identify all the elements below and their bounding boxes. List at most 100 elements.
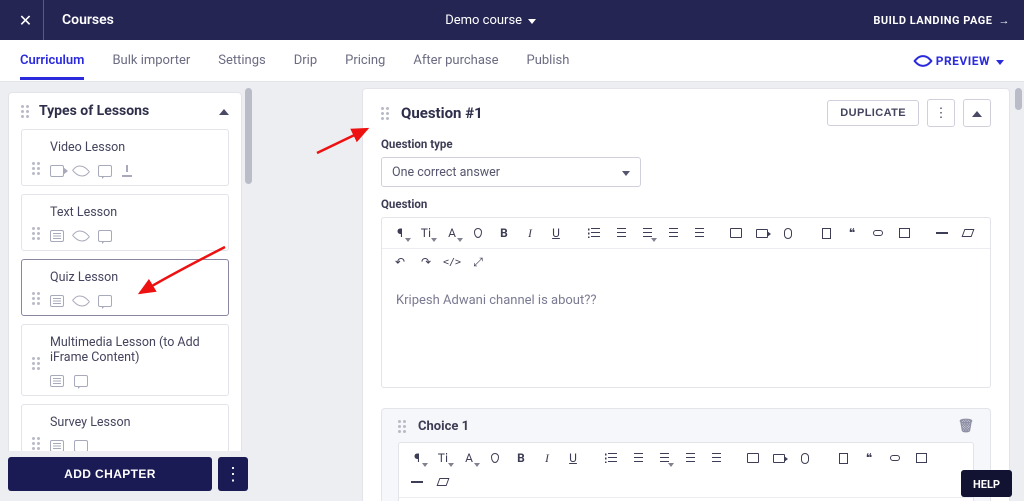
toolbar-drop-button[interactable] bbox=[466, 222, 490, 244]
page-title: Courses bbox=[44, 12, 114, 28]
toolbar-olist-button[interactable] bbox=[625, 447, 649, 469]
main-scrollbar[interactable] bbox=[1015, 88, 1022, 110]
toolbar-Acolor-button[interactable]: A bbox=[457, 447, 481, 469]
toolbar-undo-button[interactable] bbox=[388, 251, 412, 273]
tab-curriculum[interactable]: Curriculum bbox=[20, 53, 84, 68]
toolbar-video-button[interactable] bbox=[750, 222, 774, 244]
question-type-value: One correct answer bbox=[392, 165, 500, 180]
toolbar-indent-button[interactable] bbox=[677, 447, 701, 469]
tab-settings[interactable]: Settings bbox=[218, 53, 265, 68]
toolbar-outdent-button[interactable] bbox=[703, 447, 727, 469]
tab-pricing[interactable]: Pricing bbox=[345, 53, 385, 68]
toolbar-underline-button[interactable]: U bbox=[561, 447, 585, 469]
tab-bulk-importer[interactable]: Bulk importer bbox=[112, 53, 190, 68]
toolbar-bold-button[interactable]: B bbox=[492, 222, 516, 244]
tab-drip[interactable]: Drip bbox=[294, 53, 317, 68]
chat-icon bbox=[98, 230, 112, 242]
dl-icon bbox=[122, 165, 136, 177]
nav-tabs: Curriculum Bulk importer Settings Drip Prici… bbox=[0, 40, 1024, 82]
drag-handle-icon[interactable] bbox=[381, 107, 391, 120]
chevron-down-icon bbox=[996, 54, 1004, 68]
build-label: BUILD LANDING PAGE bbox=[873, 14, 992, 27]
toolbar-eraser-button[interactable] bbox=[956, 222, 980, 244]
toolbar-hr-button[interactable] bbox=[930, 222, 954, 244]
question-text-input[interactable]: Kripesh Adwani channel is about?? bbox=[382, 277, 990, 387]
toolbar-link-button[interactable] bbox=[883, 447, 907, 469]
duplicate-button[interactable]: DUPLICATE bbox=[827, 100, 919, 126]
preview-label: PREVIEW bbox=[936, 54, 990, 68]
toolbar-Tsize-button[interactable]: T𝗂 bbox=[414, 222, 438, 244]
toolbar-audio-button[interactable] bbox=[793, 447, 817, 469]
lesson-item[interactable]: Video Lesson bbox=[21, 129, 229, 186]
toolbar-quote-button[interactable]: ❝ bbox=[840, 222, 864, 244]
toolbar-hr-button[interactable] bbox=[405, 471, 429, 493]
toolbar-italic-button[interactable]: I bbox=[518, 222, 542, 244]
sidebar-scrollbar[interactable] bbox=[245, 88, 252, 184]
toolbar-image-button[interactable] bbox=[724, 222, 748, 244]
arrow-right-icon: → bbox=[998, 14, 1010, 27]
toolbar-file-button[interactable] bbox=[814, 222, 838, 244]
question-type-select[interactable]: One correct answer bbox=[381, 157, 641, 187]
toolbar-file-button[interactable] bbox=[831, 447, 855, 469]
delete-choice-button[interactable]: 🗑 bbox=[957, 419, 974, 434]
doc-icon bbox=[50, 440, 64, 451]
toolbar-expand-button[interactable] bbox=[466, 251, 490, 273]
toolbar-redo-button[interactable] bbox=[414, 251, 438, 273]
question-body-label: Question bbox=[381, 197, 991, 211]
drag-handle-icon[interactable] bbox=[32, 437, 42, 450]
tab-after-purchase[interactable]: After purchase bbox=[413, 53, 498, 68]
toolbar-video-button[interactable] bbox=[767, 447, 791, 469]
toolbar-table-button[interactable] bbox=[909, 447, 933, 469]
toolbar-audio-button[interactable] bbox=[776, 222, 800, 244]
more-menu-button[interactable]: ⋮ bbox=[927, 99, 955, 127]
toolbar-ulist-button[interactable] bbox=[599, 447, 623, 469]
add-chapter-button[interactable]: ADD CHAPTER bbox=[8, 457, 212, 491]
toolbar-italic-button[interactable]: I bbox=[535, 447, 559, 469]
toolbar-Acolor-button[interactable]: A bbox=[440, 222, 464, 244]
preview-button[interactable]: PREVIEW bbox=[916, 54, 1004, 68]
toolbar-link-button[interactable] bbox=[866, 222, 890, 244]
toolbar-align-button[interactable] bbox=[634, 222, 658, 244]
doc-icon bbox=[50, 230, 64, 242]
toolbar-indent-button[interactable] bbox=[660, 222, 684, 244]
toolbar-ulist-button[interactable] bbox=[582, 222, 606, 244]
toolbar-image-button[interactable] bbox=[741, 447, 765, 469]
toolbar-quote-button[interactable]: ❝ bbox=[857, 447, 881, 469]
lesson-item[interactable]: Multimedia Lesson (to Add iFrame Content… bbox=[21, 324, 229, 396]
toolbar-pilcrow-button[interactable]: ¶ bbox=[405, 447, 429, 469]
chevron-down-icon bbox=[622, 165, 630, 180]
drag-handle-icon[interactable] bbox=[32, 162, 42, 175]
add-chapter-more-button[interactable]: ⋮ bbox=[218, 457, 248, 491]
toolbar-align-button[interactable] bbox=[651, 447, 675, 469]
drag-handle-icon[interactable] bbox=[32, 292, 42, 305]
choice-title: Choice 1 bbox=[418, 419, 469, 434]
course-name: Demo course bbox=[445, 13, 522, 28]
question-editor: ¶T𝗂A BIU ❝ </> Kripesh Adwani channel is a… bbox=[381, 217, 991, 388]
lesson-item[interactable]: Quiz Lesson bbox=[21, 259, 229, 316]
panel-title: Types of Lessons bbox=[39, 103, 149, 119]
tab-publish[interactable]: Publish bbox=[527, 53, 570, 68]
drag-handle-icon[interactable] bbox=[21, 105, 31, 118]
toolbar-table-button[interactable] bbox=[892, 222, 916, 244]
toolbar-code-button[interactable]: </> bbox=[440, 251, 464, 273]
build-landing-page-button[interactable]: BUILD LANDING PAGE → bbox=[867, 14, 1016, 27]
drag-handle-icon[interactable] bbox=[32, 227, 42, 240]
toolbar-Tsize-button[interactable]: T𝗂 bbox=[431, 447, 455, 469]
close-button[interactable]: ✕ bbox=[8, 0, 44, 40]
help-button[interactable]: HELP bbox=[961, 470, 1012, 497]
lesson-item[interactable]: Text Lesson bbox=[21, 194, 229, 251]
drag-handle-icon[interactable] bbox=[398, 420, 408, 433]
toolbar-drop-button[interactable] bbox=[483, 447, 507, 469]
toolbar-outdent-button[interactable] bbox=[686, 222, 710, 244]
collapse-toggle[interactable] bbox=[219, 103, 229, 119]
toolbar-pilcrow-button[interactable]: ¶ bbox=[388, 222, 412, 244]
toolbar-underline-button[interactable]: U bbox=[544, 222, 568, 244]
toolbar-olist-button[interactable] bbox=[608, 222, 632, 244]
toolbar-eraser-button[interactable] bbox=[431, 471, 455, 493]
toolbar-bold-button[interactable]: B bbox=[509, 447, 533, 469]
doc-icon bbox=[50, 375, 64, 387]
drag-handle-icon[interactable] bbox=[32, 357, 42, 370]
lesson-item[interactable]: Survey Lesson bbox=[21, 404, 229, 451]
course-dropdown[interactable]: Demo course bbox=[445, 13, 536, 28]
collapse-question-button[interactable] bbox=[963, 99, 991, 127]
